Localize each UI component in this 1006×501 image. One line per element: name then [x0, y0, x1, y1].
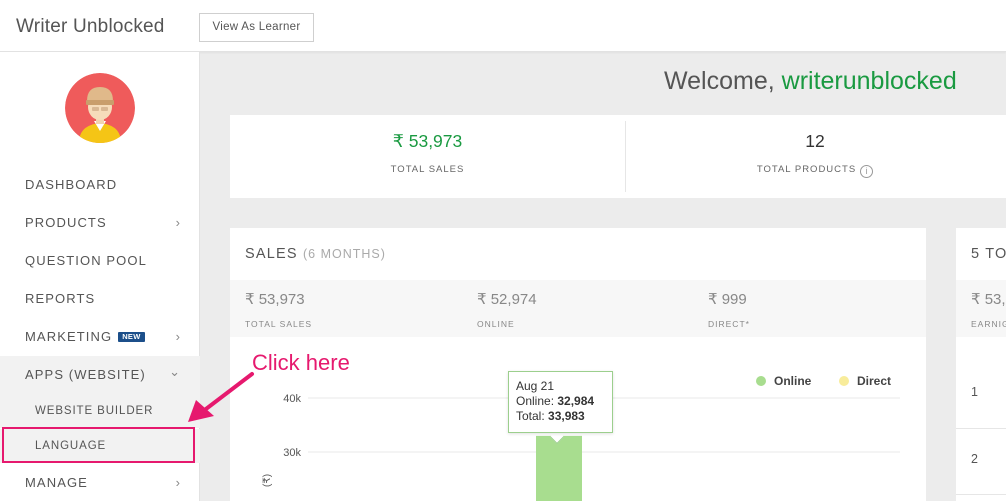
top5-earnings-label: EARNIG	[971, 319, 1006, 329]
top5-earnings-value: ₹ 53,	[971, 291, 1006, 308]
y-axis-label: (₹)	[262, 474, 273, 487]
sidebar-item-question-pool[interactable]: QUESTION POOL	[0, 242, 200, 280]
sidebar-item-label: DASHBOARD	[25, 177, 118, 192]
click-here-callout: Click here	[252, 350, 350, 375]
top-bar: Writer Unblocked View As Learner	[0, 0, 1006, 52]
summary-total-sales-label: TOTAL SALES	[245, 319, 313, 329]
brand-title: Writer Unblocked	[16, 16, 165, 37]
tooltip-online-label: Online:	[516, 394, 558, 408]
total-sales-value: ₹ 53,973	[392, 131, 463, 151]
summary-total-sales-value: ₹ 53,973	[245, 291, 305, 308]
summary-online-label: ONLINE	[477, 319, 515, 329]
chevron-down-icon: ⌄	[169, 364, 180, 379]
y-tick-label: 40k	[283, 393, 301, 405]
welcome-username: writerunblocked	[781, 67, 957, 95]
sidebar-item-marketing[interactable]: MARKETING NEW ›	[0, 318, 200, 356]
sidebar-item-label: MANAGE	[25, 475, 88, 490]
top5-title: 5 TO	[971, 246, 1006, 262]
legend-online-dot	[756, 376, 766, 386]
row-divider	[956, 428, 1006, 429]
sidebar-item-label: QUESTION POOL	[25, 253, 147, 268]
welcome-heading: Welcome, writerunblocked	[664, 67, 957, 96]
y-tick-label: 30k	[283, 447, 301, 459]
info-icon[interactable]: i	[860, 165, 874, 178]
sidebar-item-reports[interactable]: REPORTS	[0, 280, 200, 318]
summary-direct-label: DIRECT*	[708, 319, 750, 329]
user-avatar-icon	[65, 73, 135, 143]
tooltip-total-label: Total:	[516, 409, 549, 423]
row-divider	[956, 494, 1006, 495]
tooltip-date: Aug 21	[516, 379, 555, 393]
summary-online-value: ₹ 52,974	[477, 291, 537, 308]
annotation-arrow-icon	[188, 372, 254, 422]
language-highlight-box	[2, 427, 195, 463]
legend-direct-dot	[839, 376, 849, 386]
top5-summary-row: ₹ 53, EARNIG	[956, 280, 1006, 337]
sidebar-subitem-label: WEBSITE BUILDER	[35, 405, 154, 417]
tooltip-online-value: 32,984	[557, 394, 595, 408]
sales-card-title: SALES (6 MONTHS)	[245, 246, 386, 262]
sidebar-item-manage[interactable]: MANAGE ›	[0, 464, 200, 501]
chevron-right-icon: ›	[175, 475, 180, 490]
total-sales-label: TOTAL SALES	[390, 164, 465, 175]
top5-row-rank[interactable]: 1	[971, 385, 978, 399]
total-products-label: TOTAL PRODUCTS i	[625, 164, 1005, 178]
sidebar-item-label: REPORTS	[25, 291, 96, 306]
legend-direct-label: Direct	[857, 374, 892, 388]
tooltip-online: Online: 32,984	[516, 394, 605, 409]
avatar[interactable]	[65, 73, 135, 143]
chevron-right-icon: ›	[175, 329, 180, 344]
sales-title: SALES	[245, 246, 298, 262]
bar-online-aug[interactable]	[536, 435, 582, 501]
welcome-prefix: Welcome,	[664, 67, 782, 95]
sales-period: (6 MONTHS)	[302, 247, 386, 261]
tooltip-total-value: 33,983	[548, 409, 585, 423]
sales-summary-row: ₹ 53,973 TOTAL SALES ₹ 52,974 ONLINE ₹ 9…	[230, 280, 926, 337]
total-products-label-text: TOTAL PRODUCTS	[756, 164, 857, 175]
tooltip-total: Total: 33,983	[516, 409, 605, 424]
sidebar-item-dashboard[interactable]: DASHBOARD	[0, 166, 200, 204]
total-products-value: 12	[805, 131, 825, 151]
view-as-learner-button[interactable]: View As Learner	[199, 13, 314, 42]
legend-online-label: Online	[774, 374, 812, 388]
chart-tooltip: Aug 21 Online: 32,984 Total: 33,983	[508, 371, 613, 433]
sidebar-item-label: MARKETING	[25, 329, 113, 344]
new-badge: NEW	[118, 332, 145, 342]
sidebar-item-products[interactable]: PRODUCTS ›	[0, 204, 200, 242]
sidebar-subitem-website-builder[interactable]: WEBSITE BUILDER	[0, 394, 200, 428]
top5-row-rank[interactable]: 2	[971, 452, 978, 466]
sidebar-item-label: PRODUCTS	[25, 215, 107, 230]
chevron-right-icon: ›	[175, 215, 180, 230]
sidebar-item-label: APPS (WEBSITE)	[25, 367, 146, 382]
sidebar-item-apps-website[interactable]: APPS (WEBSITE) ⌄	[0, 356, 200, 394]
stats-panel: ₹ 53,973 TOTAL SALES 12 TOTAL PRODUCTS i	[230, 115, 1006, 198]
top5-card: 5 TO ₹ 53, EARNIG 1 2	[956, 228, 1006, 501]
summary-direct-value: ₹ 999	[708, 291, 747, 308]
